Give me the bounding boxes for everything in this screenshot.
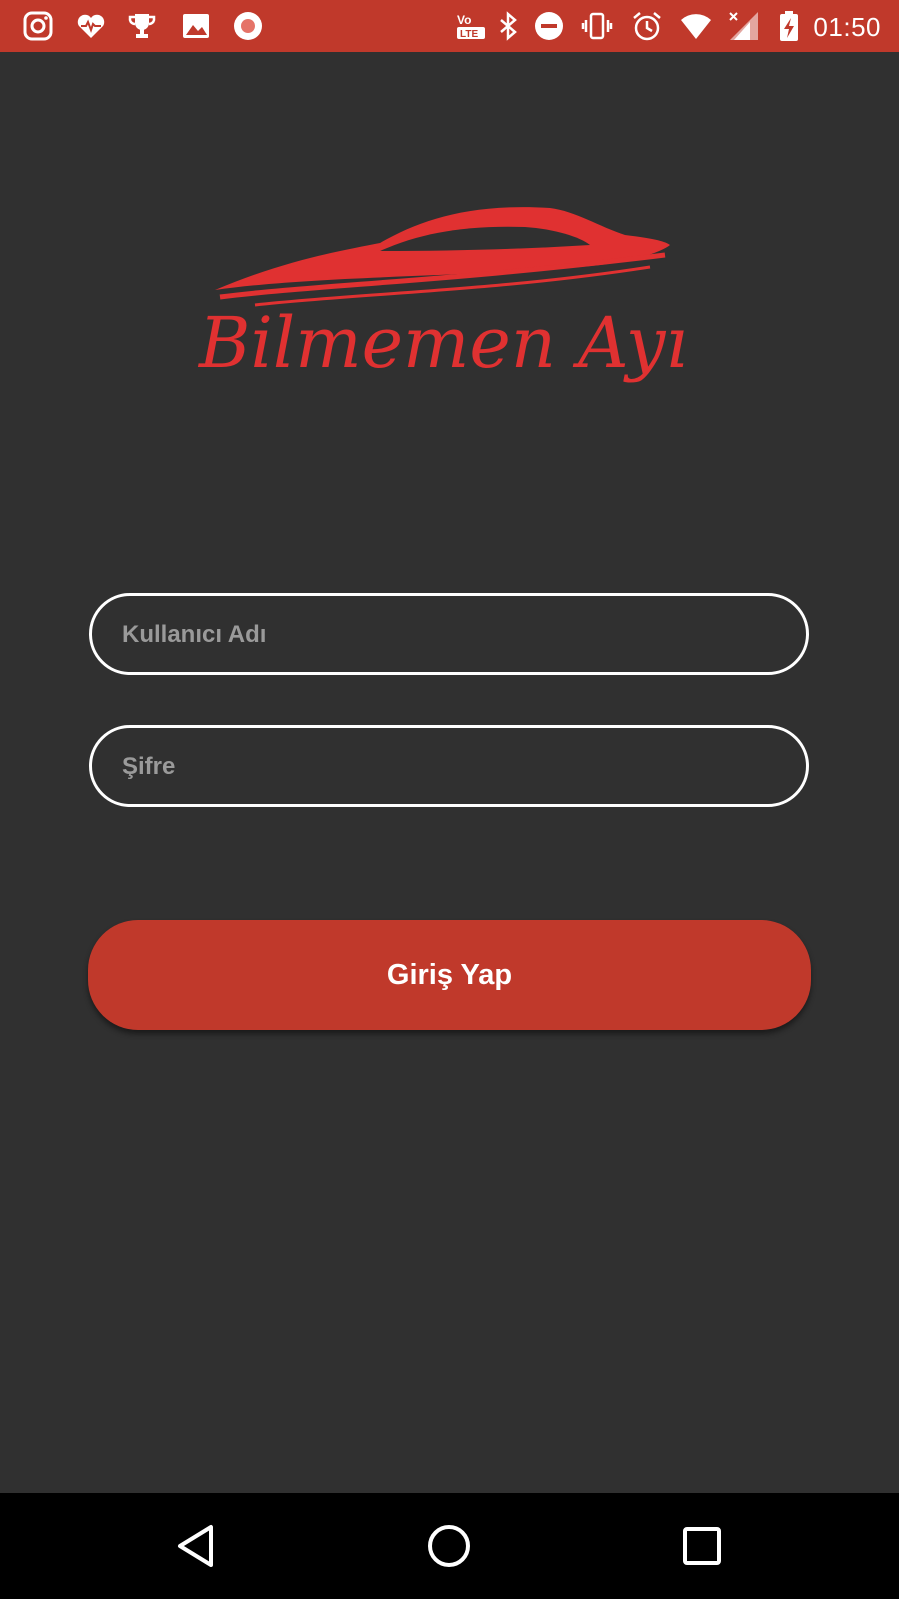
trophy-icon: [126, 10, 158, 42]
car-silhouette-icon: [215, 207, 670, 307]
svg-text:LTE: LTE: [460, 29, 478, 40]
image-icon: [180, 10, 212, 42]
battery-charging-icon: [773, 10, 805, 42]
svg-text:Vo: Vo: [457, 13, 471, 27]
login-button[interactable]: Giriş Yap: [88, 920, 811, 1030]
health-icon: [75, 10, 107, 42]
record-icon: [232, 10, 264, 42]
status-bar: Vo LTE 01:50: [0, 0, 899, 52]
brand-logo: Bilmemen Ayıp: [195, 205, 685, 405]
back-icon[interactable]: [172, 1521, 222, 1571]
recents-icon[interactable]: [677, 1521, 727, 1571]
password-field: [89, 725, 809, 807]
signal-icon: [728, 10, 760, 42]
clock: 01:50: [813, 12, 881, 42]
alarm-icon: [631, 10, 663, 42]
username-input[interactable]: [120, 596, 774, 674]
home-icon[interactable]: [424, 1521, 474, 1571]
navigation-bar: [0, 1493, 899, 1599]
logo-text: Bilmemen Ayıp: [197, 302, 685, 384]
do-not-disturb-icon: [533, 10, 565, 42]
instagram-icon: [22, 10, 54, 42]
vibrate-icon: [581, 10, 613, 42]
username-field: [89, 593, 809, 675]
bluetooth-icon: [492, 10, 524, 42]
volte-icon: Vo LTE: [455, 10, 487, 42]
password-input[interactable]: [120, 728, 774, 806]
wifi-icon: [680, 10, 712, 42]
